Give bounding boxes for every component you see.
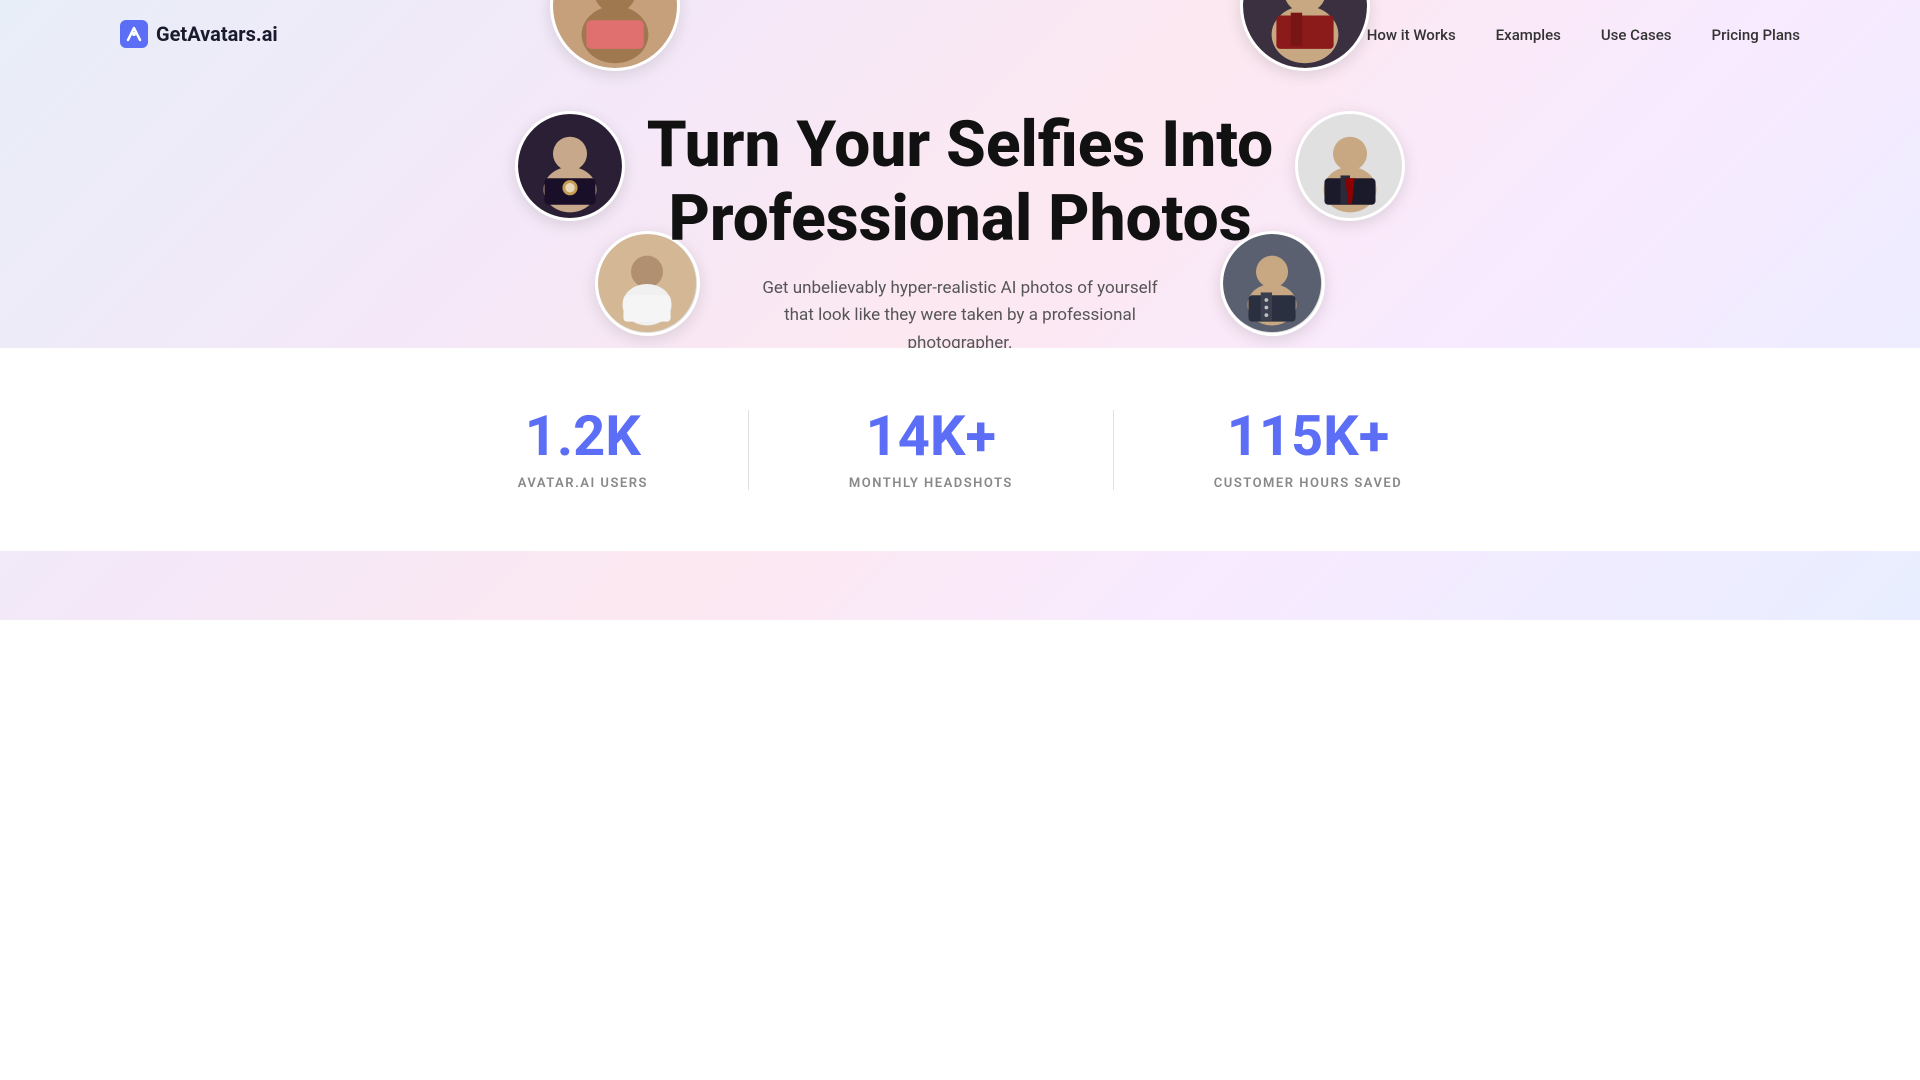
- stat-hours-label: CUSTOMER HOURS SAVED: [1214, 476, 1402, 491]
- avatar-left-mid: [515, 111, 625, 221]
- nav-examples[interactable]: Examples: [1496, 26, 1561, 44]
- stat-users-value: 1.2K: [525, 408, 641, 464]
- stat-hours-value: 115K+: [1227, 408, 1390, 464]
- stat-headshots: 14K+ MONTHLY HEADSHOTS: [749, 408, 1113, 491]
- hero-subtitle: Get unbelievably hyper-realistic AI phot…: [750, 275, 1170, 357]
- navbar: GetAvatars.ai How it Works Examples Use …: [0, 0, 1920, 68]
- avatar-right-mid: [1295, 111, 1405, 221]
- logo-icon: [120, 20, 148, 48]
- stat-headshots-label: MONTHLY HEADSHOTS: [849, 476, 1013, 491]
- nav-how-it-works[interactable]: How it Works: [1367, 26, 1456, 44]
- stat-users-label: AVATAR.AI USERS: [518, 476, 648, 491]
- hero-title: Turn Your Selfies Into Professional Phot…: [647, 108, 1274, 255]
- hero-section: Turn Your Selfies Into Professional Phot…: [0, 68, 1920, 168]
- logo[interactable]: GetAvatars.ai: [120, 20, 278, 48]
- nav-use-cases[interactable]: Use Cases: [1601, 26, 1672, 44]
- stat-headshots-value: 14K+: [866, 408, 996, 464]
- logo-text: GetAvatars.ai: [156, 22, 278, 46]
- stat-hours: 115K+ CUSTOMER HOURS SAVED: [1114, 408, 1502, 491]
- nav-links: How it Works Examples Use Cases Pricing …: [1367, 25, 1800, 44]
- nav-pricing[interactable]: Pricing Plans: [1712, 26, 1800, 44]
- stats-section: 1.2K AVATAR.AI USERS 14K+ MONTHLY HEADSH…: [0, 348, 1920, 551]
- stat-users: 1.2K AVATAR.AI USERS: [418, 408, 748, 491]
